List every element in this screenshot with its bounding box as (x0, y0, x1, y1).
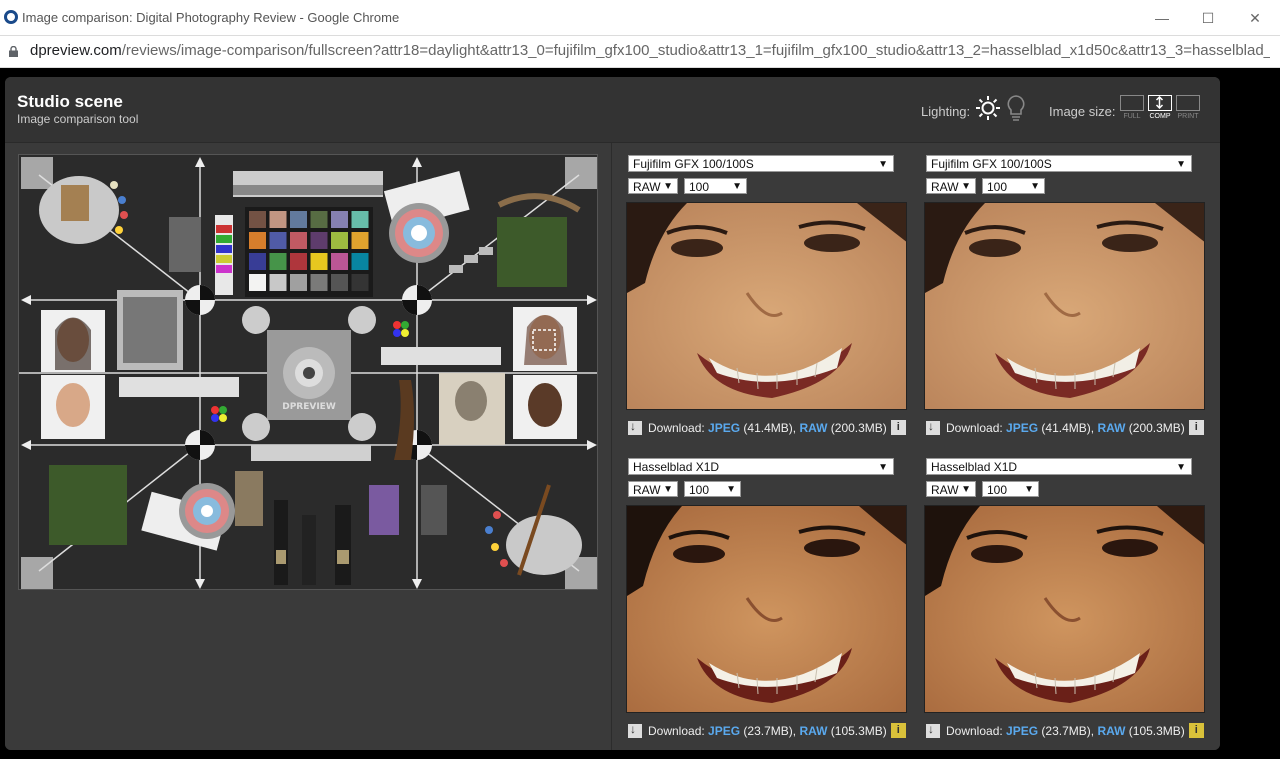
download-row: Download: JPEG (23.7MB), RAW (105.3MB)i (926, 722, 1211, 741)
chevron-down-icon: ▼ (663, 484, 673, 495)
info-icon[interactable]: i (890, 420, 906, 436)
comparison-cell-2: Fujifilm GFX 100/100S ▼ RAW ▼ 100 ▼ ↓Dow… (921, 143, 1206, 443)
crop-image[interactable] (924, 202, 1205, 410)
page-title: Studio scene (17, 92, 123, 111)
chrome-app-icon (4, 10, 18, 24)
scene-dpreview-logo: DPREVIEW (282, 402, 336, 412)
url-text[interactable]: dpreview.com/reviews/image-comparison/fu… (30, 42, 1270, 59)
download-icon[interactable] (926, 722, 940, 738)
info-icon[interactable]: i (890, 723, 906, 739)
face-crop (925, 506, 1204, 712)
format-select[interactable]: RAW ▼ (926, 178, 976, 194)
jpeg-download-link[interactable]: JPEG (708, 724, 740, 738)
iso-select[interactable]: 100 ▼ (684, 481, 741, 497)
download-icon[interactable] (628, 419, 642, 435)
print-size-icon (1176, 95, 1200, 111)
comparison-cell-1: Fujifilm GFX 100/100S ▼ RAW ▼ 100 ▼ ↓Dow… (623, 143, 908, 443)
iso-select[interactable]: 100 ▼ (982, 178, 1045, 194)
download-row: Download: JPEG (23.7MB), RAW (105.3MB)i (628, 722, 913, 741)
scene-overview-area: DPREVIEW (5, 143, 612, 750)
size-full-button[interactable]: FULL (1120, 95, 1144, 123)
chevron-down-icon: ▼ (878, 462, 888, 473)
chevron-down-icon: ▼ (1024, 484, 1034, 495)
studio-scene-image[interactable]: DPREVIEW (18, 154, 598, 590)
comparison-grid: Fujifilm GFX 100/100S ▼ RAW ▼ 100 ▼ ↓Dow… (613, 143, 1220, 750)
address-bar[interactable]: dpreview.com/reviews/image-comparison/fu… (0, 36, 1280, 68)
jpeg-download-link[interactable]: JPEG (708, 421, 740, 435)
crop-image[interactable] (626, 202, 907, 410)
download-icon[interactable] (926, 419, 940, 435)
camera-select[interactable]: Hasselblad X1D ▼ (926, 458, 1192, 475)
window-titlebar: Image comparison: Digital Photography Re… (0, 0, 1280, 36)
raw-download-link[interactable]: RAW (799, 421, 827, 435)
lighting-label: Lighting: (921, 104, 971, 119)
maximize-icon[interactable]: ☐ (1198, 8, 1218, 28)
format-select[interactable]: RAW ▼ (628, 178, 678, 194)
iso-select[interactable]: 100 ▼ (684, 178, 747, 194)
comparison-cell-3: Hasselblad X1D ▼ RAW ▼ 100 ▼ ↓Download: … (623, 446, 908, 746)
chevron-down-icon: ▼ (1176, 159, 1186, 170)
info-icon[interactable]: i (1188, 723, 1204, 739)
close-icon[interactable]: ✕ (1245, 8, 1265, 28)
download-row: Download: JPEG (41.4MB), RAW (200.3MB)i (628, 419, 913, 438)
jpeg-download-link[interactable]: JPEG (1006, 724, 1038, 738)
face-crop (925, 203, 1204, 409)
chevron-down-icon: ▼ (1176, 462, 1186, 473)
image-size-label: Image size: (1049, 104, 1116, 119)
chevron-down-icon: ▼ (1030, 181, 1040, 192)
raw-download-link[interactable]: RAW (1097, 724, 1125, 738)
crop-image[interactable] (924, 505, 1205, 713)
format-select[interactable]: RAW ▼ (628, 481, 678, 497)
lowlight-bulb-icon[interactable] (1005, 94, 1027, 122)
minimize-icon[interactable]: — (1152, 8, 1172, 28)
chevron-down-icon: ▼ (878, 159, 888, 170)
face-crop (627, 203, 906, 409)
comparison-cell-4: Hasselblad X1D ▼ RAW ▼ 100 ▼ ↓Download: … (921, 446, 1206, 746)
chevron-down-icon: ▼ (961, 484, 971, 495)
iso-select[interactable]: 100 ▼ (982, 481, 1039, 497)
format-select[interactable]: RAW ▼ (926, 481, 976, 497)
size-print-button[interactable]: PRINT (1176, 95, 1200, 123)
download-icon[interactable] (628, 722, 642, 738)
page-subtitle: Image comparison tool (17, 112, 139, 126)
raw-download-link[interactable]: RAW (799, 724, 827, 738)
camera-select[interactable]: Fujifilm GFX 100/100S ▼ (926, 155, 1192, 172)
info-icon[interactable]: i (1188, 420, 1204, 436)
camera-select[interactable]: Hasselblad X1D ▼ (628, 458, 894, 475)
chevron-down-icon: ▼ (961, 181, 971, 192)
chevron-down-icon: ▼ (726, 484, 736, 495)
jpeg-download-link[interactable]: JPEG (1006, 421, 1038, 435)
chevron-down-icon: ▼ (732, 181, 742, 192)
comparison-panel: Studio scene Image comparison tool Light… (5, 77, 1220, 750)
window-title: Image comparison: Digital Photography Re… (22, 10, 400, 25)
full-size-icon (1120, 95, 1144, 111)
download-row: Download: JPEG (41.4MB), RAW (200.3MB)i (926, 419, 1211, 438)
daylight-sun-icon[interactable] (975, 95, 1001, 121)
crop-image[interactable] (626, 505, 907, 713)
face-crop (627, 506, 906, 712)
lock-icon (9, 46, 18, 57)
camera-select[interactable]: Fujifilm GFX 100/100S ▼ (628, 155, 894, 172)
raw-download-link[interactable]: RAW (1097, 421, 1125, 435)
size-comp-button[interactable]: COMP (1148, 95, 1172, 123)
panel-header: Studio scene Image comparison tool Light… (5, 77, 1220, 143)
comp-size-icon (1148, 95, 1172, 111)
chevron-down-icon: ▼ (663, 181, 673, 192)
